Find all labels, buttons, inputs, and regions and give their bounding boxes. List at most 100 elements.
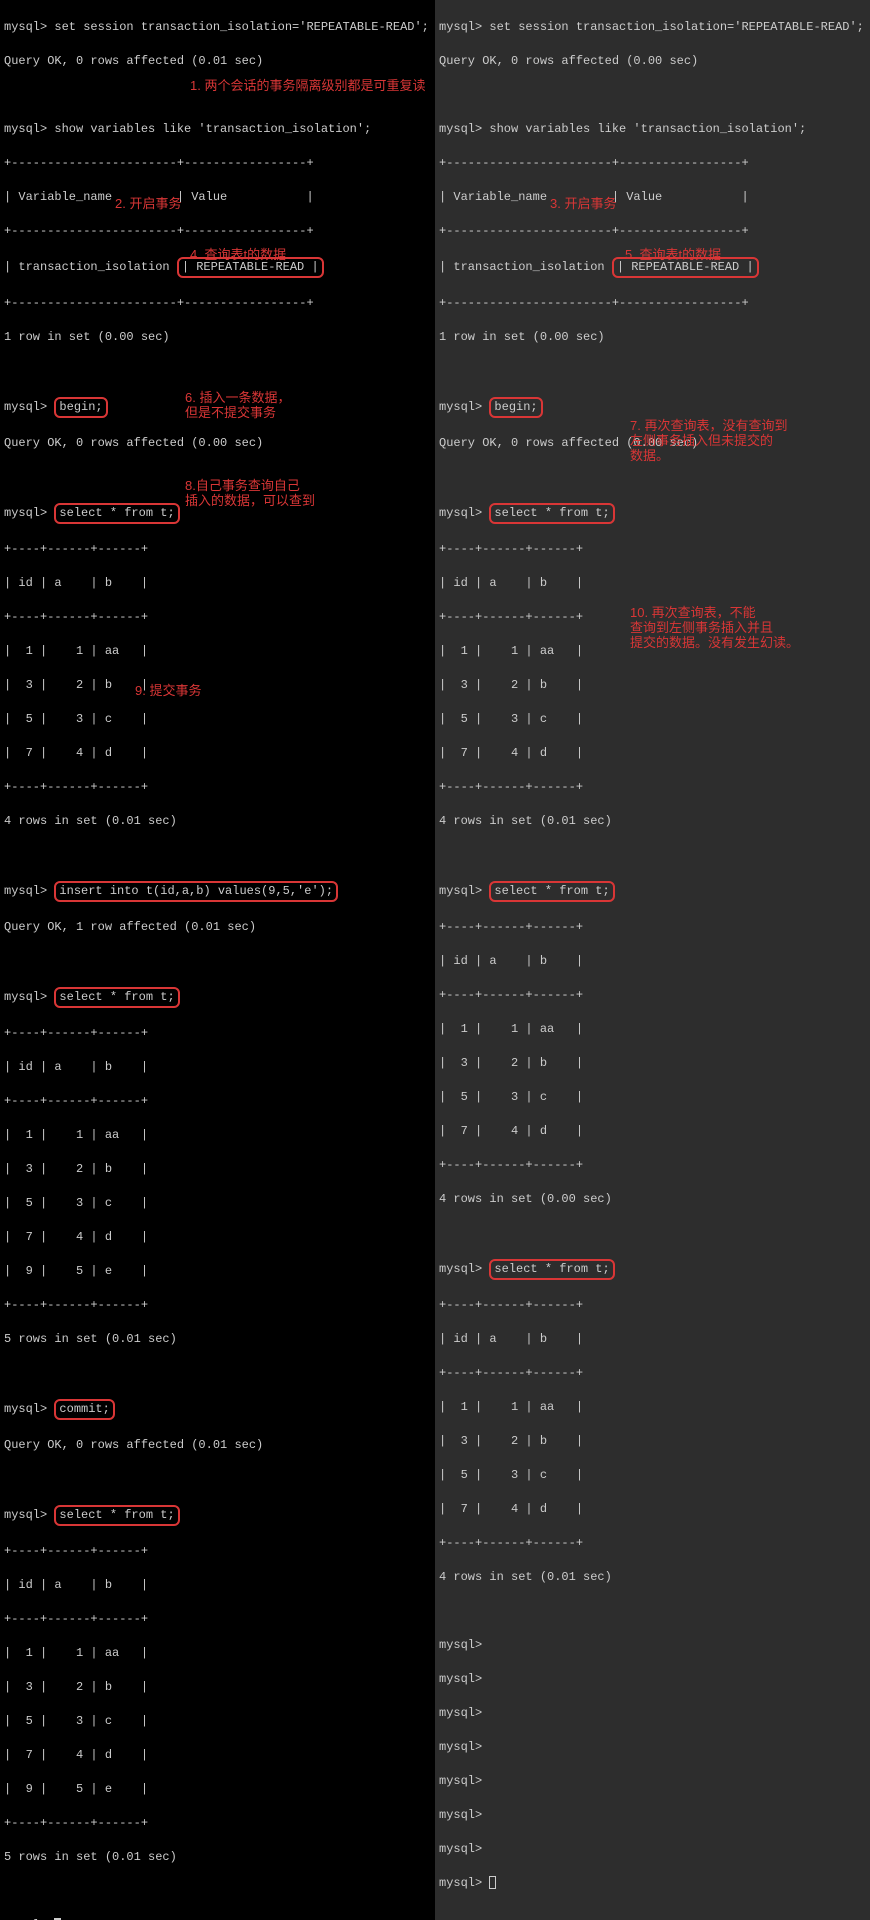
line: | 7 | 4 | d | bbox=[4, 1229, 431, 1246]
line: | Variable_name | Value | bbox=[439, 189, 866, 206]
line: | 3 | 2 | b | bbox=[439, 1433, 866, 1450]
line: | 7 | 4 | d | bbox=[4, 745, 431, 762]
line: | 5 | 3 | c | bbox=[439, 1089, 866, 1106]
annotation-4: 4. 查询表t的数据 bbox=[190, 247, 286, 262]
line: 4 rows in set (0.01 sec) bbox=[4, 813, 431, 830]
prompt-line[interactable]: mysql> bbox=[439, 1875, 866, 1892]
line: mysql> select * from t; bbox=[4, 987, 431, 1008]
line: | 5 | 3 | c | bbox=[4, 1713, 431, 1730]
line[interactable]: mysql> bbox=[439, 1739, 866, 1756]
line: | 3 | 2 | b | bbox=[4, 1679, 431, 1696]
line: | 1 | 1 | aa | bbox=[439, 1399, 866, 1416]
line: | 3 | 2 | b | bbox=[4, 677, 431, 694]
line: +----+------+------+ bbox=[4, 609, 431, 626]
line: +-----------------------+---------------… bbox=[439, 155, 866, 172]
line: +----+------+------+ bbox=[439, 541, 866, 558]
terminal-pane-right: mysql> set session transaction_isolation… bbox=[435, 0, 870, 1920]
highlighted-cmd: select * from t; bbox=[489, 503, 614, 524]
highlighted-cmd: select * from t; bbox=[54, 503, 179, 524]
line: 4 rows in set (0.01 sec) bbox=[439, 1569, 866, 1586]
line: +----+------+------+ bbox=[439, 1157, 866, 1174]
highlighted-cmd: begin; bbox=[489, 397, 542, 418]
line: mysql> commit; bbox=[4, 1399, 431, 1420]
line: Query OK, 0 rows affected (0.00 sec) bbox=[439, 53, 866, 70]
line: +-----------------------+---------------… bbox=[4, 155, 431, 172]
line: +-----------------------+---------------… bbox=[439, 223, 866, 240]
line: mysql> begin; bbox=[439, 397, 866, 418]
annotation-9: 9. 提交事务 bbox=[135, 683, 201, 698]
highlighted-cmd: select * from t; bbox=[489, 1259, 614, 1280]
line: mysql> select * from t; bbox=[439, 503, 866, 524]
line: +----+------+------+ bbox=[439, 987, 866, 1004]
line: | 1 | 1 | aa | bbox=[4, 1127, 431, 1144]
line: +----+------+------+ bbox=[4, 1025, 431, 1042]
line: mysql> select * from t; bbox=[439, 1259, 866, 1280]
line: +----+------+------+ bbox=[4, 1815, 431, 1832]
line: | 9 | 5 | e | bbox=[4, 1263, 431, 1280]
terminal-pane-left: mysql> set session transaction_isolation… bbox=[0, 0, 435, 1920]
annotation-2: 2. 开启事务 bbox=[115, 196, 181, 211]
line: | 3 | 2 | b | bbox=[439, 677, 866, 694]
line: | 9 | 5 | e | bbox=[4, 1781, 431, 1798]
line: | 7 | 4 | d | bbox=[439, 1123, 866, 1140]
line: mysql> set session transaction_isolation… bbox=[4, 19, 431, 36]
line: | id | a | b | bbox=[439, 1331, 866, 1348]
line: +----+------+------+ bbox=[4, 1297, 431, 1314]
line[interactable]: mysql> bbox=[439, 1705, 866, 1722]
line: | 7 | 4 | d | bbox=[439, 745, 866, 762]
line: +----+------+------+ bbox=[4, 541, 431, 558]
line: +----+------+------+ bbox=[439, 919, 866, 936]
highlighted-cmd: select * from t; bbox=[54, 1505, 179, 1526]
annotation-3: 3. 开启事务 bbox=[550, 196, 616, 211]
line[interactable]: mysql> bbox=[439, 1671, 866, 1688]
line: mysql> select * from t; bbox=[4, 1505, 431, 1526]
line: | id | a | b | bbox=[439, 575, 866, 592]
highlighted-cmd: select * from t; bbox=[489, 881, 614, 902]
line: Query OK, 0 rows affected (0.01 sec) bbox=[4, 53, 431, 70]
line: | id | a | b | bbox=[4, 1577, 431, 1594]
line: mysql> insert into t(id,a,b) values(9,5,… bbox=[4, 881, 431, 902]
line[interactable]: mysql> bbox=[439, 1841, 866, 1858]
line: Query OK, 1 row affected (0.01 sec) bbox=[4, 919, 431, 936]
line: +----+------+------+ bbox=[439, 1365, 866, 1382]
highlighted-cmd: insert into t(id,a,b) values(9,5,'e'); bbox=[54, 881, 338, 902]
cursor-icon bbox=[54, 1918, 61, 1920]
line: mysql> set session transaction_isolation… bbox=[439, 19, 866, 36]
line: | 5 | 3 | c | bbox=[4, 711, 431, 728]
line: Query OK, 0 rows affected (0.00 sec) bbox=[4, 435, 431, 452]
line: +-----------------------+---------------… bbox=[439, 295, 866, 312]
line[interactable]: mysql> bbox=[439, 1637, 866, 1654]
line: | id | a | b | bbox=[4, 1059, 431, 1076]
annotation-6: 6. 插入一条数据， 但是不提交事务 bbox=[185, 390, 290, 420]
line: +----+------+------+ bbox=[439, 779, 866, 796]
line: +----+------+------+ bbox=[439, 1297, 866, 1314]
annotation-10: 10. 再次查询表，不能 查询到左侧事务插入并且 提交的数据。没有发生幻读。 bbox=[630, 605, 799, 650]
line[interactable]: mysql> bbox=[439, 1773, 866, 1790]
line: | 1 | 1 | aa | bbox=[439, 1021, 866, 1038]
line: 5 rows in set (0.01 sec) bbox=[4, 1331, 431, 1348]
line: | 5 | 3 | c | bbox=[439, 711, 866, 728]
line: 5 rows in set (0.01 sec) bbox=[4, 1849, 431, 1866]
line: +----+------+------+ bbox=[4, 1093, 431, 1110]
line: +----+------+------+ bbox=[4, 1543, 431, 1560]
line: 4 rows in set (0.00 sec) bbox=[439, 1191, 866, 1208]
line: +----+------+------+ bbox=[439, 1535, 866, 1552]
cursor-icon bbox=[489, 1876, 496, 1889]
highlighted-cmd: begin; bbox=[54, 397, 107, 418]
line: Query OK, 0 rows affected (0.01 sec) bbox=[4, 1437, 431, 1454]
line: | 1 | 1 | aa | bbox=[4, 643, 431, 660]
annotation-7: 7. 再次查询表，没有查询到 左侧事务插入但未提交的 数据。 bbox=[630, 418, 787, 463]
highlighted-cmd: commit; bbox=[54, 1399, 114, 1420]
line: mysql> select * from t; bbox=[439, 881, 866, 902]
line: | 3 | 2 | b | bbox=[4, 1161, 431, 1178]
line[interactable]: mysql> bbox=[439, 1807, 866, 1824]
line: | 7 | 4 | d | bbox=[439, 1501, 866, 1518]
line: +----+------+------+ bbox=[4, 1611, 431, 1628]
line: | id | a | b | bbox=[439, 953, 866, 970]
line: | 5 | 3 | c | bbox=[4, 1195, 431, 1212]
annotation-5: 5. 查询表t的数据 bbox=[625, 247, 721, 262]
annotation-1: 1. 两个会话的事务隔离级别都是可重复读 bbox=[190, 78, 425, 93]
line: 4 rows in set (0.01 sec) bbox=[439, 813, 866, 830]
prompt-line[interactable]: mysql> bbox=[4, 1917, 431, 1920]
line: | id | a | b | bbox=[4, 575, 431, 592]
